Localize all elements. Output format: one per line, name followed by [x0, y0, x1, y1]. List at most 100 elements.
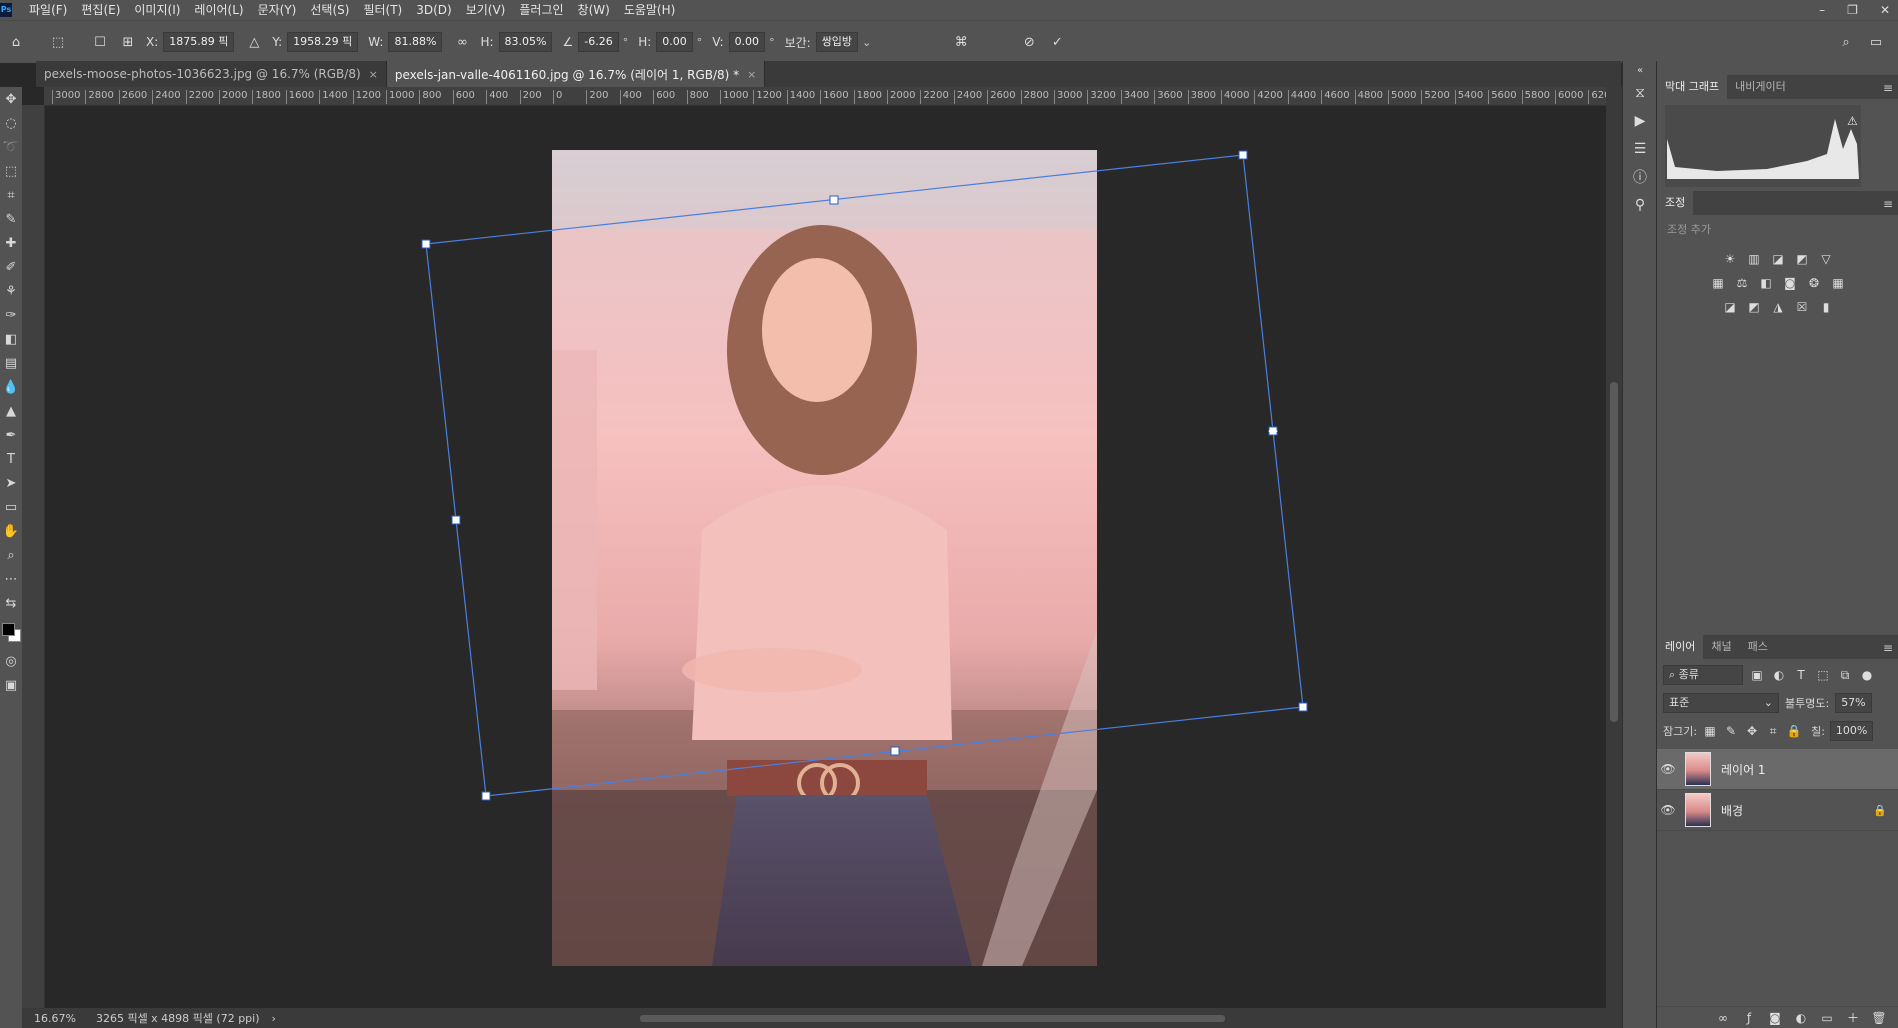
- histogram-graph: ⚠: [1665, 105, 1861, 187]
- artboard-lock-icon[interactable]: ⌗: [1765, 723, 1781, 739]
- layer-filter-row: ⌕ 종류 ▣ ◐ T ⬚ ⧉ ●: [1663, 665, 1893, 685]
- vertical-scroll-thumb[interactable]: [1610, 382, 1618, 722]
- layers-footer: ∞ ƒ ◙ ◐ ▭ ＋ 🗑: [1657, 1006, 1898, 1028]
- threshold-icon[interactable]: ◮: [1770, 299, 1786, 315]
- layers-panel: ⌕ 종류 ▣ ◐ T ⬚ ⧉ ● 표준 ⌄ 불투명도: 57% 잠그기: ▦ ✎ …: [1657, 659, 1898, 741]
- handle-top-middle[interactable]: [829, 195, 839, 205]
- adjustments-panel: 조정 추가 ☀ ▥ ◪ ◩ ▽ ▦ ⚖ ◧ ◙ ❂ ▦ ◪ ◩ ◮ ☒ ▮: [1657, 215, 1898, 335]
- blend-mode-select[interactable]: 표준 ⌄: [1663, 693, 1779, 713]
- hue-saturation-icon[interactable]: ▦: [1710, 275, 1726, 291]
- tab-layers[interactable]: 레이어: [1657, 635, 1704, 659]
- panel-menu-icon[interactable]: ≡: [1883, 81, 1893, 95]
- vibrance-icon[interactable]: ▽: [1818, 251, 1834, 267]
- info-icon[interactable]: ⓘ: [1623, 163, 1657, 191]
- lock-icon: 🔒: [1873, 803, 1887, 817]
- libraries-icon[interactable]: ⚲: [1623, 191, 1657, 219]
- handle-bottom-right[interactable]: [1298, 702, 1308, 712]
- lock-image-icon[interactable]: ✎: [1723, 723, 1739, 739]
- pixel-filter-icon[interactable]: ▣: [1749, 667, 1765, 683]
- lock-label: 잠그기:: [1663, 725, 1698, 738]
- smart-object-filter-icon[interactable]: ⧉: [1837, 667, 1853, 683]
- collapse-panels-icon[interactable]: «: [1623, 61, 1657, 79]
- brightness-icon[interactable]: ☀: [1722, 251, 1738, 267]
- layer-thumbnail: [1685, 793, 1711, 827]
- handle-bottom-middle[interactable]: [890, 746, 900, 756]
- levels-icon[interactable]: ▥: [1746, 251, 1762, 267]
- invert-icon[interactable]: ◪: [1722, 299, 1738, 315]
- handle-top-left[interactable]: [421, 239, 431, 249]
- adjustment-filter-icon[interactable]: ◐: [1771, 667, 1787, 683]
- black-white-icon[interactable]: ◧: [1758, 275, 1774, 291]
- opacity-label: 불투명도:: [1785, 697, 1830, 710]
- eye-icon[interactable]: 👁: [1657, 803, 1679, 817]
- layer-row[interactable]: 👁 배경 🔒: [1657, 790, 1898, 831]
- lock-pixels-icon[interactable]: ▦: [1702, 723, 1718, 739]
- adjustment-row-1: ☀ ▥ ◪ ◩ ▽: [1657, 251, 1898, 267]
- fill-label: 칠:: [1811, 725, 1825, 738]
- layer-style-icon[interactable]: ƒ: [1741, 1010, 1757, 1026]
- color-lookup-icon[interactable]: ▦: [1830, 275, 1846, 291]
- panel-menu-icon[interactable]: ≡: [1883, 197, 1893, 211]
- posterize-icon[interactable]: ◩: [1746, 299, 1762, 315]
- zoom-level[interactable]: 16.67%: [34, 1012, 76, 1025]
- color-balance-icon[interactable]: ⚖: [1734, 275, 1750, 291]
- channel-mixer-icon[interactable]: ❂: [1806, 275, 1822, 291]
- layer-name[interactable]: 레이어 1: [1721, 761, 1766, 778]
- warning-icon: ⚠: [1847, 114, 1858, 128]
- curves-icon[interactable]: ◪: [1770, 251, 1786, 267]
- tab-channels[interactable]: 채널: [1703, 635, 1739, 659]
- panel-collapse-bar: [1657, 61, 1898, 75]
- handle-top-right[interactable]: [1238, 150, 1248, 160]
- actions-play-icon[interactable]: ▶: [1623, 107, 1657, 135]
- status-menu-icon[interactable]: ›: [272, 1012, 276, 1025]
- search-icon: ⌕: [1669, 668, 1679, 681]
- gradient-map-icon[interactable]: ▮: [1818, 299, 1834, 315]
- lock-row: 잠그기: ▦ ✎ ✥ ⌗ 🔒 칠: 100%: [1663, 721, 1893, 741]
- type-filter-icon[interactable]: T: [1793, 667, 1809, 683]
- histogram-panel-tabs: 막대 그래프 내비게이터 ≡: [1657, 75, 1898, 99]
- right-panels: 막대 그래프 내비게이터 ≡ ⚠ 조정 ≡ 조정 추가 ☀ ▥ ◪ ◩ ▽ ▦ …: [1656, 61, 1898, 1028]
- tab-adjustments[interactable]: 조정: [1657, 191, 1694, 215]
- history-icon[interactable]: ⧖: [1623, 79, 1657, 107]
- selective-color-icon[interactable]: ☒: [1794, 299, 1810, 315]
- photo-filter-icon[interactable]: ◙: [1782, 275, 1798, 291]
- handle-middle-left[interactable]: [451, 515, 461, 525]
- document-info: 3265 픽셀 x 4898 픽셀 (72 ppi): [95, 1012, 260, 1025]
- new-layer-icon[interactable]: ＋: [1845, 1010, 1861, 1026]
- link-layers-icon[interactable]: ∞: [1715, 1010, 1731, 1026]
- layer-name[interactable]: 배경: [1721, 802, 1743, 819]
- tab-navigator[interactable]: 내비게이터: [1727, 75, 1794, 99]
- opacity-input[interactable]: 57%: [1835, 693, 1872, 713]
- layers-panel-tabs: 레이어 채널 패스 ≡: [1657, 635, 1898, 659]
- tab-histogram[interactable]: 막대 그래프: [1657, 75, 1728, 99]
- handle-bottom-left[interactable]: [481, 791, 491, 801]
- adjustment-row-3: ◪ ◩ ◮ ☒ ▮: [1657, 299, 1898, 315]
- lock-all-icon[interactable]: 🔒: [1786, 723, 1802, 739]
- add-adjustment-label: 조정 추가: [1667, 223, 1711, 236]
- new-group-icon[interactable]: ▭: [1819, 1010, 1835, 1026]
- delete-layer-icon[interactable]: 🗑: [1871, 1010, 1887, 1026]
- chevron-down-icon: ⌄: [1763, 696, 1773, 709]
- layer-kind-filter[interactable]: ⌕ 종류: [1663, 665, 1743, 685]
- layer-list: 👁 레이어 1 👁 배경 🔒: [1657, 749, 1898, 831]
- panel-spacer: [1657, 335, 1898, 635]
- adjustment-row-2: ▦ ⚖ ◧ ◙ ❂ ▦: [1657, 275, 1898, 291]
- lock-position-icon[interactable]: ✥: [1744, 723, 1760, 739]
- histogram-panel: ⚠: [1657, 99, 1898, 191]
- vertical-scrollbar[interactable]: [1606, 87, 1622, 1008]
- layer-thumbnail: [1685, 752, 1711, 786]
- layer-row[interactable]: 👁 레이어 1: [1657, 749, 1898, 790]
- panel-menu-icon[interactable]: ≡: [1883, 641, 1893, 655]
- blend-row: 표준 ⌄ 불투명도: 57%: [1663, 693, 1893, 713]
- adjustments-panel-tabs: 조정 ≡: [1657, 191, 1898, 215]
- add-mask-icon[interactable]: ◙: [1767, 1010, 1783, 1026]
- adjustment-layer-icon[interactable]: ◐: [1793, 1010, 1809, 1026]
- exposure-icon[interactable]: ◩: [1794, 251, 1810, 267]
- eye-icon[interactable]: 👁: [1657, 762, 1679, 776]
- filter-toggle-icon[interactable]: ●: [1859, 667, 1875, 683]
- fill-input[interactable]: 100%: [1829, 721, 1874, 741]
- horizontal-scroll-thumb[interactable]: [640, 1015, 1225, 1022]
- properties-icon[interactable]: ☰: [1623, 135, 1657, 163]
- tab-paths[interactable]: 패스: [1740, 635, 1776, 659]
- shape-filter-icon[interactable]: ⬚: [1815, 667, 1831, 683]
